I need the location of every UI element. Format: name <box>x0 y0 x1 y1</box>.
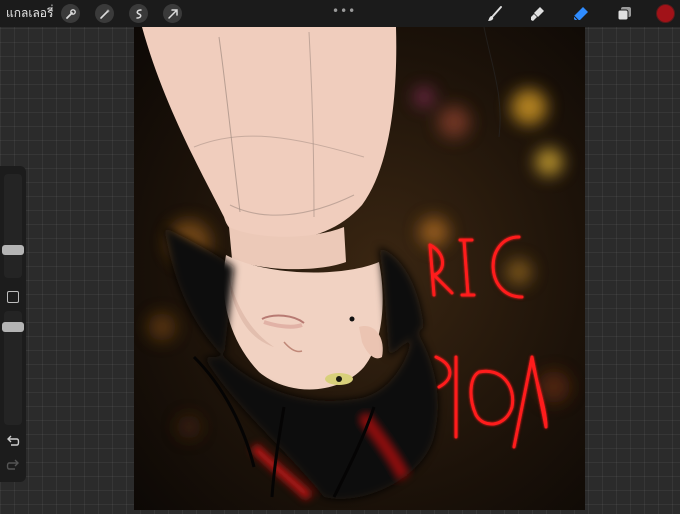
earring <box>349 316 355 322</box>
smudge-tool[interactable] <box>527 3 549 25</box>
gallery-button[interactable]: แกลเลอรี่ <box>6 4 53 23</box>
magic-wand-icon <box>100 8 110 19</box>
color-picker[interactable] <box>656 4 675 23</box>
artwork <box>134 26 585 510</box>
brush-tool[interactable] <box>484 3 506 25</box>
selection-icon <box>136 8 142 19</box>
brush-icon <box>488 5 502 21</box>
transform-button[interactable] <box>163 4 183 23</box>
bokeh-light <box>419 217 449 247</box>
left-sidebar <box>0 166 26 482</box>
actions-button[interactable] <box>61 4 81 23</box>
bokeh-light <box>177 415 201 439</box>
bokeh-light <box>535 148 563 176</box>
adjustments-button[interactable] <box>95 4 115 23</box>
pupil <box>336 376 342 382</box>
bokeh-light <box>506 259 532 285</box>
bokeh-light <box>511 89 547 125</box>
drawing-canvas[interactable] <box>134 26 585 510</box>
eraser-icon <box>573 6 588 21</box>
selection-button[interactable] <box>129 4 149 23</box>
transform-arrow-icon <box>168 8 178 19</box>
wrench-icon <box>66 8 76 19</box>
modify-button[interactable] <box>7 291 19 303</box>
brush-size-thumb[interactable] <box>2 245 24 255</box>
undo-icon[interactable] <box>6 434 20 448</box>
bokeh-light <box>148 313 176 341</box>
more-options-dots[interactable]: ••• <box>332 4 356 18</box>
bokeh-light <box>438 106 470 138</box>
smudge-icon <box>531 6 544 21</box>
bokeh-light <box>414 87 434 107</box>
top-toolbar: แกลเลอรี่ ••• <box>0 0 680 27</box>
opacity-thumb[interactable] <box>2 322 24 332</box>
eraser-tool[interactable] <box>570 3 592 25</box>
layers-icon <box>617 6 631 20</box>
redo-icon[interactable] <box>6 458 20 472</box>
brush-size-slider[interactable] <box>4 174 22 278</box>
layers-tool[interactable] <box>613 3 635 25</box>
